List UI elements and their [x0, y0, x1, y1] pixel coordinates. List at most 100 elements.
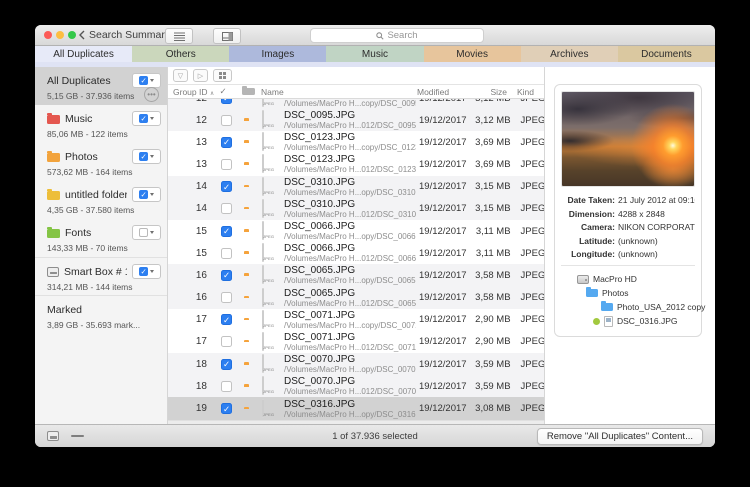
- row-checkbox[interactable]: [220, 292, 233, 303]
- file-icon-cell: JPEG: [262, 311, 279, 329]
- group-id-cell: 12: [168, 115, 207, 126]
- row-checkbox[interactable]: [220, 159, 233, 170]
- tree-item-photo-usa-2012-copy[interactable]: Photo_USA_2012 copy: [561, 300, 695, 314]
- table-row[interactable]: 17 JPEG DSC_0071.JPG /Volumes/MacPro H..…: [168, 309, 544, 331]
- tab-documents[interactable]: Documents: [618, 46, 715, 62]
- column-header-name[interactable]: Name: [261, 87, 417, 97]
- column-header-checkmark[interactable]: ✓: [211, 86, 235, 97]
- row-checkbox[interactable]: [220, 181, 233, 192]
- close-window-button[interactable]: [44, 31, 52, 39]
- table-row[interactable]: 15 JPEG DSC_0066.JPG /Volumes/MacPro H..…: [168, 220, 544, 242]
- modified-cell: 19/12/2017: [416, 403, 467, 414]
- checkbox-icon: [221, 314, 232, 325]
- metadata-row: Latitude: (unknown): [561, 236, 695, 246]
- sidebar-item-detail: 3,89 GB - 35.693 mark...: [47, 320, 161, 330]
- table-row[interactable]: 13 JPEG DSC_0123.JPG /Volumes/MacPro H..…: [168, 153, 544, 175]
- preview-layout-icon: [222, 32, 233, 41]
- row-checkbox[interactable]: [220, 359, 233, 370]
- sidebar-item-checkbox[interactable]: [132, 187, 161, 202]
- zoom-window-button[interactable]: [68, 31, 76, 39]
- tab-archives[interactable]: Archives: [521, 46, 618, 62]
- tab-movies[interactable]: Movies: [424, 46, 521, 62]
- table-row[interactable]: 12 JPEG DSC_0095.JPG /Volumes/MacPro H..…: [168, 109, 544, 131]
- row-checkbox[interactable]: [220, 314, 233, 325]
- jpeg-file-icon: JPEG: [262, 199, 264, 218]
- row-checkbox[interactable]: [220, 403, 233, 414]
- table-row[interactable]: 12 JPEG DSC_0095.JPG /Volumes/MacPro H..…: [168, 99, 544, 109]
- back-button[interactable]: Search Summary: [79, 25, 170, 45]
- table-row[interactable]: 19 JPEG DSC_0316.JPG /Volumes/MacPro H..…: [168, 397, 544, 419]
- sidebar-item-all-duplicates[interactable]: All Duplicates 5,15 GB - 37.936 items ••…: [35, 67, 167, 105]
- tree-item-photos[interactable]: Photos: [561, 286, 695, 300]
- kind-cell: JPEG: [511, 381, 544, 392]
- sidebar-item-checkbox[interactable]: [132, 225, 161, 240]
- size-cell: 3,12 MB: [467, 99, 511, 104]
- file-icon-cell: JPEG: [262, 333, 279, 351]
- collapse-all-button[interactable]: ▽: [173, 69, 188, 82]
- tree-item-macpro-hd[interactable]: MacPro HD: [561, 272, 695, 286]
- column-header-folder[interactable]: [235, 88, 261, 95]
- file-name: DSC_0065.JPG: [284, 265, 416, 276]
- row-checkbox[interactable]: [220, 226, 233, 237]
- table-row[interactable]: 18 JPEG DSC_0070.JPG /Volumes/MacPro H..…: [168, 375, 544, 397]
- column-header-modified[interactable]: Modified: [417, 87, 461, 97]
- table-row[interactable]: 14 JPEG DSC_0310.JPG /Volumes/MacPro H..…: [168, 198, 544, 220]
- table-row[interactable]: 15 JPEG DSC_0066.JPG /Volumes/MacPro H..…: [168, 242, 544, 264]
- sidebar-item-checkbox[interactable]: [132, 264, 161, 279]
- sidebar-item-checkbox[interactable]: [132, 73, 161, 88]
- table-row[interactable]: 14 JPEG DSC_0310.JPG /Volumes/MacPro H..…: [168, 176, 544, 198]
- photo-preview: [561, 91, 695, 187]
- grid-view-button[interactable]: [213, 69, 232, 82]
- chevron-down-icon: [150, 79, 154, 82]
- row-checkbox[interactable]: [220, 270, 233, 281]
- row-checkbox[interactable]: [220, 336, 233, 347]
- expand-all-button[interactable]: ▷: [193, 69, 208, 82]
- checkbox-icon: [221, 159, 232, 170]
- sidebar-item-detail: 85,06 MB - 122 items: [47, 129, 161, 139]
- tab-images[interactable]: Images: [229, 46, 326, 62]
- tree-item-dsc-0316-jpg[interactable]: DSC_0316.JPG: [561, 314, 695, 328]
- sidebar-item-fonts[interactable]: Fonts 143,33 MB - 70 items •••: [35, 219, 167, 257]
- name-cell: DSC_0071.JPG /Volumes/MacPro H...012/DSC…: [284, 332, 416, 352]
- sidebar-item-photos[interactable]: Photos 573,62 MB - 164 items •••: [35, 143, 167, 181]
- row-checkbox[interactable]: [220, 203, 233, 214]
- metadata-value: (unknown): [618, 236, 658, 246]
- column-header-group-id[interactable]: Group ID ∧: [168, 87, 211, 97]
- sidebar-item-label: Music: [65, 113, 127, 125]
- row-checkbox[interactable]: [220, 137, 233, 148]
- preview-layout-button[interactable]: [213, 28, 241, 44]
- minimize-window-button[interactable]: [56, 31, 64, 39]
- row-checkbox[interactable]: [220, 381, 233, 392]
- column-header-kind[interactable]: Kind: [507, 87, 544, 97]
- row-checkbox[interactable]: [220, 248, 233, 259]
- file-path: /Volumes/MacPro H...012/DSC_0070.JPG: [284, 387, 416, 396]
- row-checkbox[interactable]: [220, 115, 233, 126]
- sidebar-item-smart-box-1[interactable]: Smart Box # 1 314,21 MB - 144 items •••: [35, 257, 167, 295]
- sidebar-item-untitled-folder[interactable]: untitled folder 4,35 GB - 37.580 items •…: [35, 181, 167, 219]
- table-row[interactable]: 16 JPEG DSC_0065.JPG /Volumes/MacPro H..…: [168, 287, 544, 309]
- tab-all-duplicates[interactable]: All Duplicates: [35, 46, 132, 62]
- table-row[interactable]: 13 JPEG DSC_0123.JPG /Volumes/MacPro H..…: [168, 131, 544, 153]
- search-input[interactable]: Search: [310, 28, 484, 43]
- column-header-size[interactable]: Size: [461, 87, 507, 97]
- table-row[interactable]: 16 JPEG DSC_0065.JPG /Volumes/MacPro H..…: [168, 264, 544, 286]
- folder-icon: [601, 303, 613, 311]
- sidebar-item-label: Photos: [65, 151, 127, 163]
- remove-content-button[interactable]: Remove "All Duplicates" Content...: [537, 428, 703, 445]
- table-row[interactable]: 18 JPEG DSC_0070.JPG /Volumes/MacPro H..…: [168, 353, 544, 375]
- sidebar-item-checkbox[interactable]: [132, 149, 161, 164]
- tab-music[interactable]: Music: [326, 46, 423, 62]
- modified-cell: 19/12/2017: [416, 248, 467, 259]
- add-smart-box-button[interactable]: [47, 431, 59, 441]
- list-view-button[interactable]: [165, 28, 193, 44]
- sidebar-item-music[interactable]: Music 85,06 MB - 122 items •••: [35, 105, 167, 143]
- tab-others[interactable]: Others: [132, 46, 229, 62]
- ellipsis-badge-icon[interactable]: •••: [144, 87, 159, 102]
- checkbox-icon: [221, 137, 232, 148]
- row-checkbox[interactable]: [220, 99, 233, 104]
- table-row[interactable]: 17 JPEG DSC_0071.JPG /Volumes/MacPro H..…: [168, 331, 544, 353]
- sidebar-item-label: Smart Box # 1: [64, 266, 127, 278]
- sidebar-item-checkbox[interactable]: [132, 111, 161, 126]
- sidebar-item-marked[interactable]: Marked 3,89 GB - 35.693 mark... •••: [35, 295, 167, 333]
- remove-smart-box-button[interactable]: [71, 435, 84, 438]
